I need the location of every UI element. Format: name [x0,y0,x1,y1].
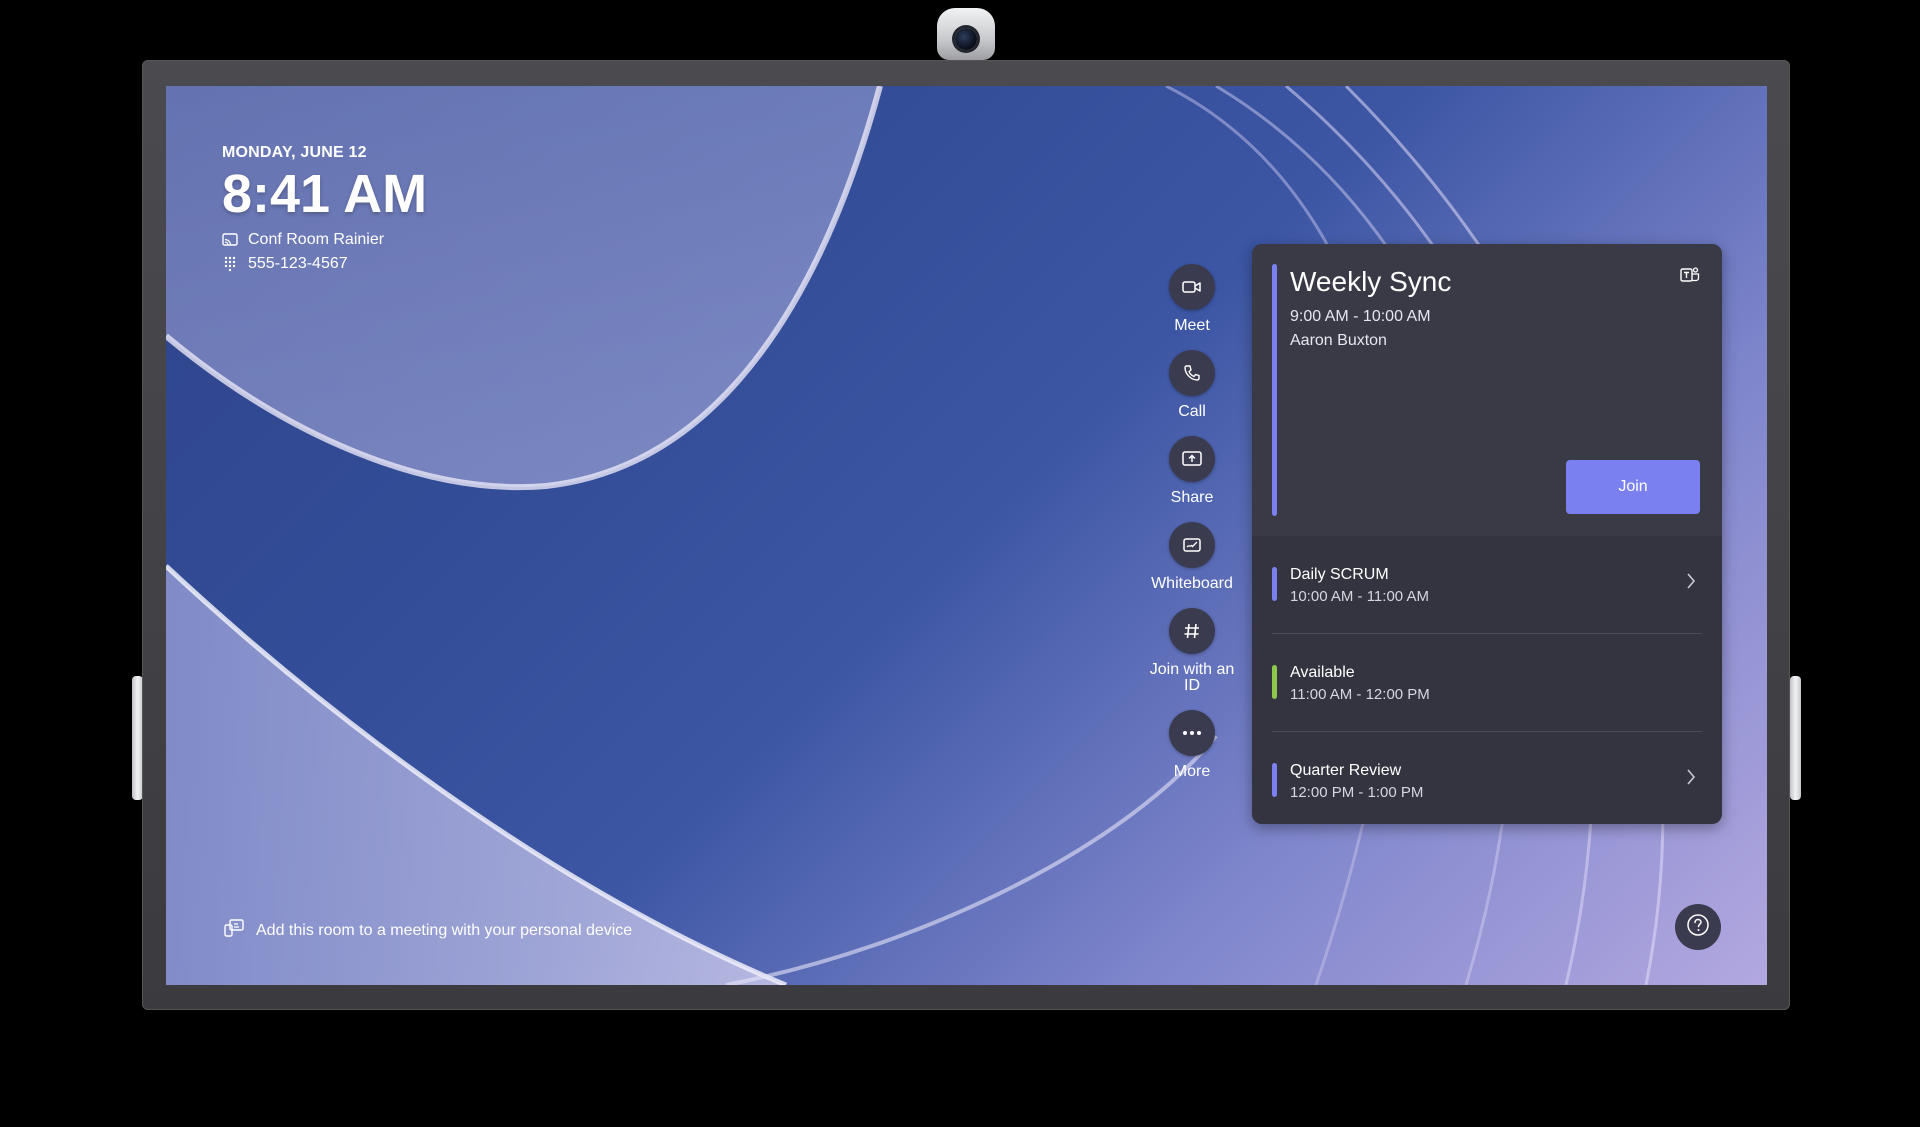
join-button[interactable]: Join [1566,460,1700,514]
hash-icon [1169,608,1215,654]
current-meeting-time: 9:00 AM - 10:00 AM [1290,308,1431,325]
time-label: 8:41 AM [222,164,428,224]
agenda-item-name: Quarter Review [1290,762,1402,779]
agenda-item-available: Available 11:00 AM - 12:00 PM [1272,634,1702,732]
camera-lens [955,28,977,50]
whiteboard-button[interactable]: Whiteboard [1137,522,1247,592]
teams-icon [1680,266,1700,289]
room-name: Conf Room Rainier [248,231,385,248]
call-button[interactable]: Call [1137,350,1247,420]
clock-block: MONDAY, JUNE 12 8:41 AM Conf Room Rainie… [222,144,427,273]
agenda-item-daily-scrum[interactable]: Daily SCRUM 10:00 AM - 11:00 AM [1272,536,1702,634]
current-meeting-card[interactable]: Weekly Sync 9:00 AM - 10:00 AM Aaron Bux… [1252,244,1722,536]
camera [937,8,995,60]
call-label: Call [1178,403,1206,420]
more-button[interactable]: More [1137,710,1247,780]
whiteboard-icon [1169,522,1215,568]
dialpad-icon [222,256,238,272]
chevron-right-icon [1686,768,1696,791]
help-button[interactable] [1675,904,1721,950]
proximity-join-text: Add this room to a meeting with your per… [256,921,633,939]
share-button[interactable]: Share [1137,436,1247,506]
agenda-item-name: Available [1290,664,1355,681]
phone-icon [1169,350,1215,396]
join-with-id-label: Join with an ID [1149,661,1235,694]
share-label: Share [1170,489,1214,506]
video-camera-icon [1169,264,1215,310]
agenda-item-time: 12:00 PM - 1:00 PM [1290,784,1424,801]
agenda-item-quarter-review[interactable]: Quarter Review 12:00 PM - 1:00 PM [1272,732,1702,824]
agenda-item-accent [1272,567,1277,601]
agenda-item-time: 11:00 AM - 12:00 PM [1290,686,1430,703]
chevron-right-icon [1686,572,1696,595]
whiteboard-label: Whiteboard [1151,575,1233,592]
proximity-join-hint[interactable]: Add this room to a meeting with your per… [224,919,632,942]
room-line: Conf Room Rainier [222,231,427,249]
join-with-id-button[interactable]: Join with an ID [1137,608,1247,694]
current-meeting-title: Weekly Sync [1290,266,1452,297]
more-icon [1169,710,1215,756]
more-label: More [1173,763,1211,780]
agenda-item-accent [1272,763,1277,797]
current-meeting-accent [1272,264,1277,516]
phone-line: 555-123-4567 [222,255,427,273]
meetings-panel: Weekly Sync 9:00 AM - 10:00 AM Aaron Bux… [1252,244,1722,824]
meet-button[interactable]: Meet [1137,264,1247,334]
phone-number: 555-123-4567 [248,255,348,272]
agenda-item-name: Daily SCRUM [1290,566,1389,583]
date-label: MONDAY, JUNE 12 [222,144,367,161]
screen: MONDAY, JUNE 12 8:41 AM Conf Room Rainie… [166,86,1767,985]
meet-label: Meet [1174,317,1210,334]
device-cast-icon [224,919,244,942]
help-icon [1686,913,1710,942]
agenda-item-time: 10:00 AM - 11:00 AM [1290,588,1429,605]
share-screen-icon [1169,436,1215,482]
current-meeting-organizer: Aaron Buxton [1290,332,1387,349]
action-rail: Meet Call Share Whiteboard Join with an … [1137,264,1247,796]
agenda-item-accent [1272,665,1277,699]
cast-icon [222,232,238,248]
pen-right [1790,676,1801,800]
